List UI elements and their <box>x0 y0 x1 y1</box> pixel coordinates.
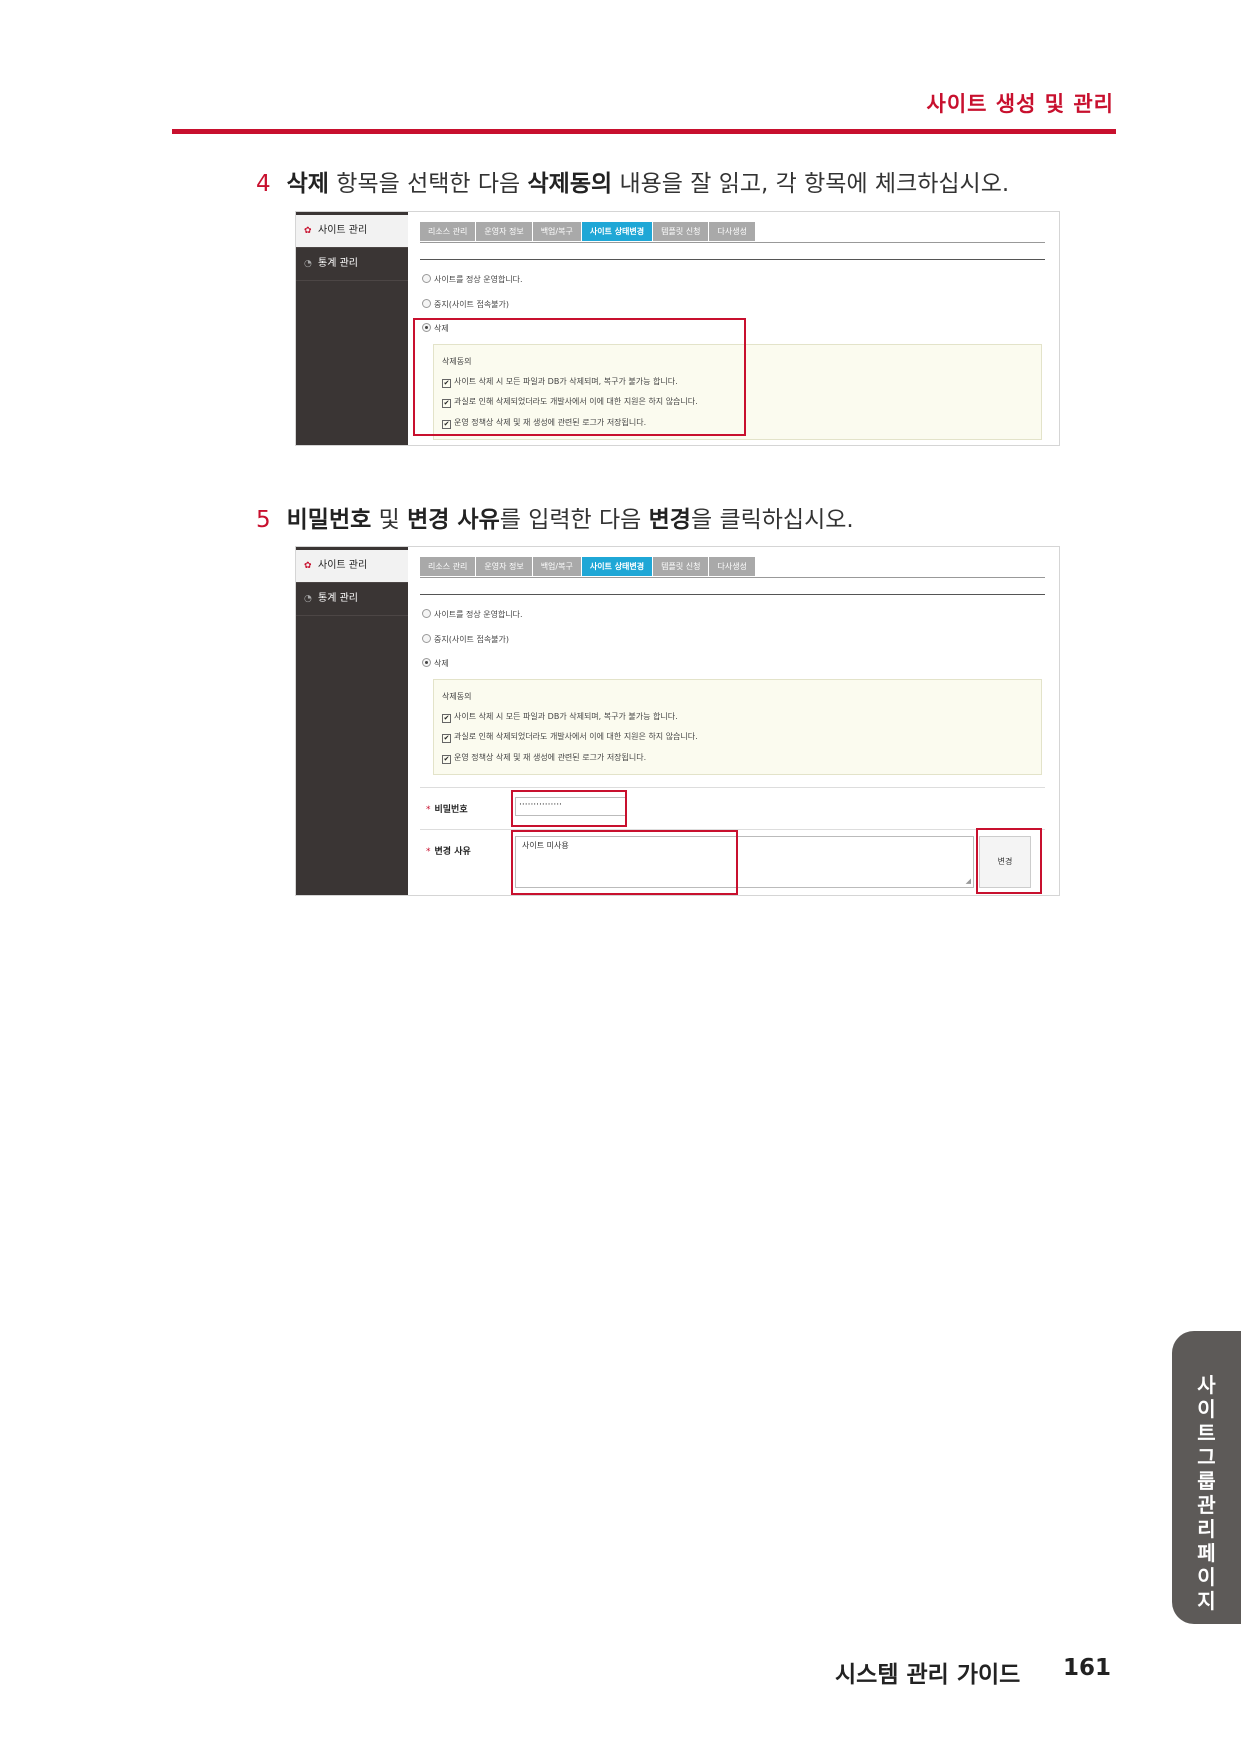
password-label: * 비밀번호 <box>426 802 468 815</box>
checkbox-label: 과실로 인해 삭제되었더라도 개발사에서 이에 대한 지원은 하지 않습니다. <box>454 732 698 741</box>
header-title: 사이트 생성 및 관리 <box>926 92 1114 116</box>
step-number: 4 <box>256 171 271 197</box>
sidebar-item-statistics[interactable]: ◔ 통계 관리 <box>296 583 408 616</box>
highlight-box <box>511 830 738 895</box>
delete-agreement-box: 삭제동의 ✔ 사이트 삭제 시 모든 파일과 DB가 삭제되며, 복구가 불가능 … <box>433 679 1042 775</box>
tab-status-change[interactable]: 사이트 상태변경 <box>581 557 653 576</box>
password-label-text: 비밀번호 <box>434 805 468 815</box>
checkbox-label: 운영 정책상 삭제 및 재 생성에 관련된 로그가 저장됩니다. <box>454 753 647 762</box>
tab-create[interactable]: 다사생성 <box>709 222 755 241</box>
admin-sidebar: ✿ 사이트 관리 ◔ 통계 관리 <box>296 547 408 895</box>
divider <box>420 259 1045 260</box>
footer-title: 시스템 관리 가이드 <box>835 1662 1021 1688</box>
tab-operator[interactable]: 운영자 정보 <box>476 557 532 576</box>
highlight-box <box>976 828 1042 894</box>
tab-backup[interactable]: 백업/복구 <box>532 222 581 241</box>
radio-label: 중지(사이트 접속불가) <box>434 635 510 644</box>
tab-resource[interactable]: 리소스 관리 <box>420 222 476 241</box>
admin-sidebar: ✿ 사이트 관리 ◔ 통계 관리 <box>296 212 408 445</box>
chapter-side-tab-text: 사이트그룹 관리페이지 <box>1197 1373 1216 1613</box>
page-number: 161 <box>1063 1655 1112 1681</box>
tab-operator[interactable]: 운영자 정보 <box>476 222 532 241</box>
radio-delete[interactable]: 삭제 <box>422 658 449 669</box>
radio-suspend[interactable]: 중지(사이트 접속불가) <box>422 634 509 645</box>
gear-icon: ✿ <box>304 226 312 236</box>
divider <box>420 577 1045 578</box>
sidebar-item-label: 통계 관리 <box>318 593 358 604</box>
radio-circle <box>422 634 431 643</box>
chart-icon: ◔ <box>304 594 312 604</box>
sidebar-item-site-management[interactable]: ✿ 사이트 관리 <box>296 547 408 583</box>
tab-template[interactable]: 템플릿 신청 <box>653 222 709 241</box>
agreement-checkbox-1[interactable]: ✔ 사이트 삭제 시 모든 파일과 DB가 삭제되며, 복구가 불가능 합니다. <box>442 711 678 723</box>
gear-icon: ✿ <box>304 561 312 571</box>
radio-label: 중지(사이트 접속불가) <box>434 300 510 309</box>
radio-normal[interactable]: 사이트를 정상 운영합니다. <box>422 609 523 620</box>
checkbox-checked-icon: ✔ <box>442 755 451 764</box>
radio-suspend[interactable]: 중지(사이트 접속불가) <box>422 299 509 310</box>
sidebar-item-label: 사이트 관리 <box>318 225 368 236</box>
agreement-title: 삭제동의 <box>442 692 472 701</box>
radio-circle-selected <box>422 658 431 667</box>
reason-label-text: 변경 사유 <box>434 847 471 857</box>
step-text: 를 입력한 다음 <box>499 507 649 533</box>
sidebar-item-label: 사이트 관리 <box>318 560 368 571</box>
radio-label: 사이트를 정상 운영합니다. <box>434 275 523 284</box>
step-emphasis: 변경 사유 <box>407 507 500 533</box>
agreement-checkbox-2[interactable]: ✔ 과실로 인해 삭제되었더라도 개발사에서 이에 대한 지원은 하지 않습니다. <box>442 731 698 743</box>
resize-grip-icon[interactable]: ◢ <box>966 877 971 885</box>
reason-label: * 변경 사유 <box>426 844 471 857</box>
sidebar-item-label: 통계 관리 <box>318 258 358 269</box>
tab-backup[interactable]: 백업/복구 <box>532 557 581 576</box>
tab-resource[interactable]: 리소스 관리 <box>420 557 476 576</box>
step-text: 항목을 선택한 다음 <box>328 171 528 197</box>
radio-circle <box>422 299 431 308</box>
tab-create[interactable]: 다사생성 <box>709 557 755 576</box>
step-emphasis: 비밀번호 <box>286 507 372 533</box>
sidebar-item-site-management[interactable]: ✿ 사이트 관리 <box>296 212 408 248</box>
checkbox-checked-icon: ✔ <box>442 734 451 743</box>
step-emphasis: 삭제 <box>286 171 329 197</box>
step-text: 을 클릭하십시오. <box>690 507 854 533</box>
screenshot-password-reason: ✿ 사이트 관리 ◔ 통계 관리 리소스 관리 운영자 정보 백업/복구 사이트 상… <box>295 546 1060 896</box>
step-text: 내용을 잘 읽고, 각 항목에 체크하십시오. <box>612 171 1010 197</box>
step-text: 및 <box>371 507 408 533</box>
agreement-checkbox-3[interactable]: ✔ 운영 정책상 삭제 및 재 생성에 관련된 로그가 저장됩니다. <box>442 752 646 764</box>
radio-circle <box>422 609 431 618</box>
step-emphasis: 삭제동의 <box>527 171 613 197</box>
step-emphasis: 변경 <box>648 507 691 533</box>
header-rule <box>172 129 1116 134</box>
required-mark: * <box>426 847 431 857</box>
step-4-instruction: 4 삭제 항목을 선택한 다음 삭제동의 내용을 잘 읽고, 각 항목에 체크하십… <box>256 164 1009 198</box>
chart-icon: ◔ <box>304 259 312 269</box>
highlight-box <box>413 318 746 436</box>
tab-template[interactable]: 템플릿 신청 <box>653 557 709 576</box>
step-5-instruction: 5 비밀번호 및 변경 사유를 입력한 다음 변경을 클릭하십시오. <box>256 500 854 534</box>
tab-bar: 리소스 관리 운영자 정보 백업/복구 사이트 상태변경 템플릿 신청 다사생성 <box>420 222 756 241</box>
divider <box>420 242 1045 243</box>
highlight-box <box>511 790 627 827</box>
screenshot-delete-agreement: ✿ 사이트 관리 ◔ 통계 관리 리소스 관리 운영자 정보 백업/복구 사이트 상… <box>295 211 1060 446</box>
sidebar-item-statistics[interactable]: ◔ 통계 관리 <box>296 248 408 281</box>
tab-status-change[interactable]: 사이트 상태변경 <box>581 222 653 241</box>
radio-circle <box>422 274 431 283</box>
divider <box>420 594 1045 595</box>
checkbox-label: 사이트 삭제 시 모든 파일과 DB가 삭제되며, 복구가 불가능 합니다. <box>454 712 678 721</box>
required-mark: * <box>426 805 431 815</box>
checkbox-checked-icon: ✔ <box>442 714 451 723</box>
chapter-side-tab: 사이트그룹 관리페이지 <box>1172 1331 1241 1624</box>
radio-label: 사이트를 정상 운영합니다. <box>434 610 523 619</box>
radio-label: 삭제 <box>434 659 449 668</box>
step-number: 5 <box>256 507 271 533</box>
radio-normal[interactable]: 사이트를 정상 운영합니다. <box>422 274 523 285</box>
tab-bar: 리소스 관리 운영자 정보 백업/복구 사이트 상태변경 템플릿 신청 다사생성 <box>420 557 756 576</box>
